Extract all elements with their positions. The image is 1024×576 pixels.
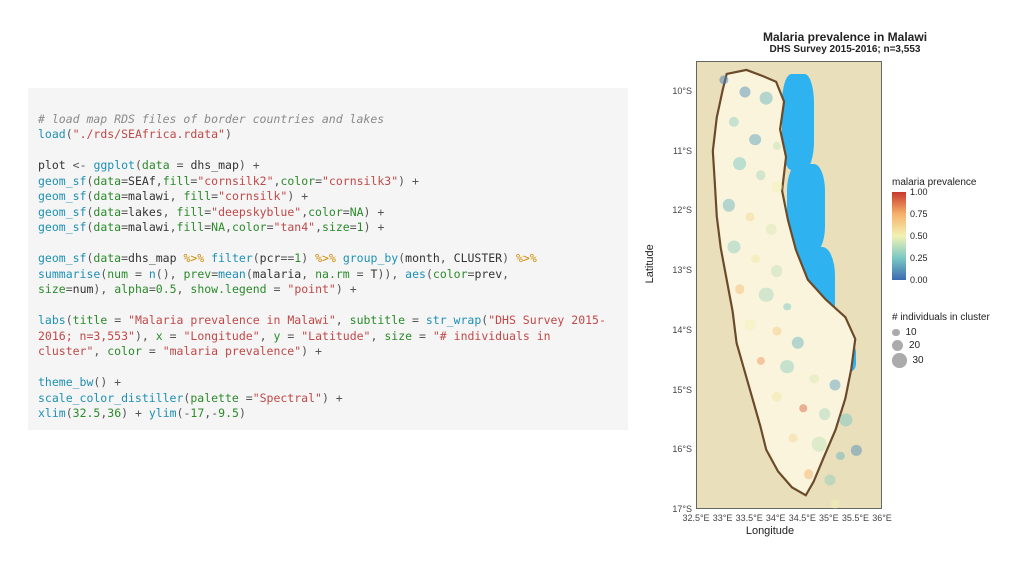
- color-legend-title: malaria prevalence: [892, 177, 990, 188]
- data-point: [812, 437, 827, 452]
- size-legend-dot: [892, 340, 903, 351]
- size-legend-title: # individuals in cluster: [892, 312, 990, 323]
- data-point: [745, 319, 756, 330]
- data-point: [819, 409, 831, 421]
- data-point: [746, 213, 755, 222]
- colorbar: [892, 192, 906, 280]
- plot-subtitle: DHS Survey 2015-2016; n=3,553: [680, 44, 1010, 55]
- data-point: [735, 284, 745, 294]
- data-point: [739, 86, 750, 97]
- data-point: [771, 182, 782, 193]
- x-tick-label: 33.5°E: [736, 513, 763, 523]
- data-point: [756, 171, 766, 181]
- data-point: [831, 500, 840, 509]
- data-point: [830, 379, 841, 390]
- data-point: [784, 303, 792, 311]
- data-point: [788, 434, 797, 443]
- x-tick-label: 35°E: [819, 513, 839, 523]
- data-point: [771, 265, 783, 277]
- colorbar-tick: 0.00: [910, 275, 928, 285]
- x-tick-label: 34.5°E: [789, 513, 816, 523]
- y-tick-label: 15°S: [666, 385, 692, 395]
- data-point: [733, 157, 747, 171]
- data-point: [804, 469, 814, 479]
- legend: malaria prevalence 0.000.250.500.751.00 …: [892, 177, 990, 368]
- data-point: [800, 405, 808, 413]
- plot-body: Latitude Longitude 10°S11°S12°S13°S14°S1…: [660, 57, 1000, 537]
- data-point: [772, 326, 781, 335]
- colorbar-tick: 0.25: [910, 253, 928, 263]
- colorbar-tick: 1.00: [910, 187, 928, 197]
- data-point: [759, 288, 774, 303]
- x-tick-label: 34°E: [766, 513, 786, 523]
- data-point: [750, 134, 762, 146]
- y-tick-label: 16°S: [666, 444, 692, 454]
- data-point: [824, 475, 835, 486]
- size-legend-label: 20: [909, 340, 920, 351]
- size-legend-dot: [892, 329, 900, 337]
- size-legend-row: 30: [892, 353, 990, 368]
- code-block: # load map RDS files of border countries…: [28, 88, 628, 430]
- size-legend-row: 20: [892, 340, 990, 351]
- data-point: [780, 360, 794, 374]
- y-tick-label: 12°S: [666, 205, 692, 215]
- y-tick-label: 13°S: [666, 265, 692, 275]
- x-tick-label: 33°E: [713, 513, 733, 523]
- plot-output: Malaria prevalence in Malawi DHS Survey …: [660, 30, 1010, 560]
- colorbar-tick: 0.75: [910, 209, 928, 219]
- size-legend-dot: [892, 353, 907, 368]
- x-axis-label: Longitude: [660, 525, 880, 537]
- size-legend-row: 10: [892, 327, 990, 338]
- plot-panel: [696, 61, 882, 509]
- code-comment: # load map RDS files of border countries…: [38, 112, 384, 126]
- plot-title: Malaria prevalence in Malawi: [680, 30, 1010, 44]
- size-legend: # individuals in cluster 10 20 30: [892, 312, 990, 368]
- y-axis-label: Latitude: [644, 244, 656, 283]
- y-tick-label: 14°S: [666, 325, 692, 335]
- y-tick-label: 11°S: [666, 146, 692, 156]
- x-tick-label: 32.5°E: [682, 513, 709, 523]
- data-point: [809, 374, 819, 384]
- colorbar-tick: 0.50: [910, 231, 928, 241]
- data-point: [760, 91, 773, 104]
- size-legend-label: 10: [906, 327, 917, 338]
- x-tick-label: 36°E: [872, 513, 892, 523]
- y-tick-label: 10°S: [666, 86, 692, 96]
- size-legend-label: 30: [913, 355, 924, 366]
- x-tick-label: 35.5°E: [842, 513, 869, 523]
- colorbar-labels: 0.000.250.500.751.00: [910, 192, 938, 280]
